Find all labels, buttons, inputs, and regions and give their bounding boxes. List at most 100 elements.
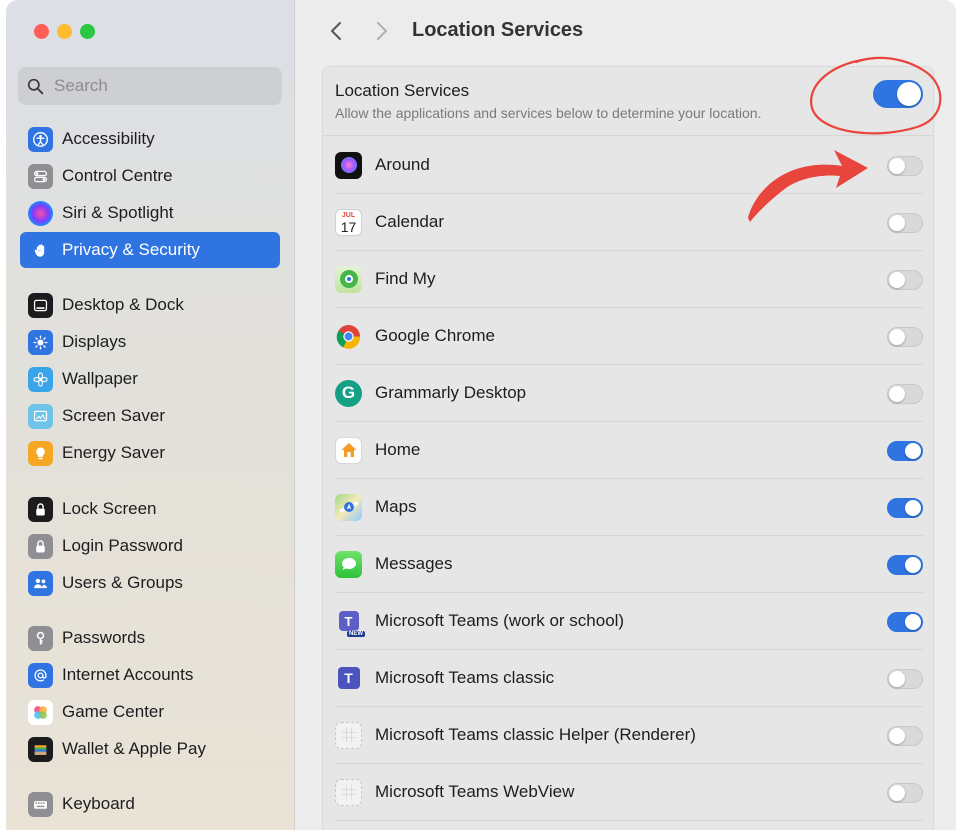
settings-window: Accessibility Control Centre Siri & Spot…: [6, 0, 956, 830]
sidebar-item-label: Control Centre: [62, 166, 173, 185]
around-icon: [335, 151, 362, 179]
sidebar-item-label: Screen Saver: [62, 406, 165, 425]
sidebar-item-label: Lock Screen: [62, 499, 157, 518]
sidebar-item-label: Login Password: [62, 536, 183, 555]
app-name: Microsoft Teams classic Helper (Renderer…: [375, 725, 696, 744]
forward-button[interactable]: [370, 18, 394, 44]
messages-icon: [335, 550, 362, 578]
accessibility-icon: [28, 126, 53, 152]
chrome-icon: [335, 323, 362, 350]
app-row-grammarly: G Grammarly Desktop: [335, 365, 923, 422]
app-location-toggle[interactable]: [887, 327, 923, 347]
app-name: Microsoft Teams (work or school): [375, 611, 625, 630]
hand-icon: [28, 237, 53, 263]
sidebar-item-internet-accounts[interactable]: Internet Accounts: [20, 657, 280, 693]
main-content: Location Services Location Services Allo…: [296, 0, 956, 830]
sidebar-item-control-centre[interactable]: Control Centre: [20, 158, 280, 194]
page-title: Location Services: [412, 19, 584, 41]
app-name: Google Chrome: [375, 326, 496, 345]
sidebar-item-privacy-security[interactable]: Privacy & Security: [20, 232, 280, 268]
app-location-toggle[interactable]: [887, 213, 923, 233]
app-location-toggle[interactable]: [887, 726, 923, 746]
sidebar-item-label: Game Center: [62, 702, 165, 721]
sidebar-item-label: Siri & Spotlight: [62, 203, 174, 222]
sidebar-item-screen-saver[interactable]: Screen Saver: [20, 398, 280, 434]
sidebar-item-lock-screen[interactable]: Lock Screen: [20, 491, 280, 527]
app-row-teams-webview: Microsoft Teams WebView: [335, 764, 923, 821]
sun-icon: [28, 329, 53, 355]
sidebar-item-game-center[interactable]: Game Center: [20, 694, 280, 730]
app-location-toggle[interactable]: [887, 612, 923, 632]
app-location-toggle[interactable]: [887, 783, 923, 803]
back-button[interactable]: [324, 18, 348, 44]
app-row-home: Home: [335, 422, 923, 479]
sidebar-item-label: Users & Groups: [62, 573, 183, 592]
sidebar: Accessibility Control Centre Siri & Spot…: [6, 0, 295, 830]
sidebar-item-passwords[interactable]: Passwords: [20, 620, 280, 656]
sidebar-item-keyboard[interactable]: Keyboard: [20, 786, 280, 822]
at-icon: [28, 662, 53, 688]
sidebar-item-energy-saver[interactable]: Energy Saver: [20, 435, 280, 471]
screen-saver-icon: [28, 403, 53, 429]
app-row-teams-work: T NEW Microsoft Teams (work or school): [335, 593, 923, 650]
sidebar-item-siri-spotlight[interactable]: Siri & Spotlight: [20, 195, 280, 231]
app-location-toggle[interactable]: [887, 669, 923, 689]
location-services-toggle[interactable]: [873, 80, 923, 108]
sidebar-item-label: Desktop & Dock: [62, 295, 184, 314]
teams-new-icon: T NEW: [335, 608, 365, 637]
app-name: Home: [375, 440, 421, 459]
app-location-toggle[interactable]: [887, 156, 923, 176]
location-services-title: Location Services: [335, 81, 470, 100]
sidebar-item-label: Passwords: [62, 628, 146, 647]
app-location-toggle[interactable]: [887, 555, 923, 575]
app-name: Microsoft Teams WebView: [375, 782, 575, 801]
chevron-right-icon: [377, 22, 387, 40]
app-location-toggle[interactable]: [887, 384, 923, 404]
sidebar-item-label: Privacy & Security: [62, 240, 200, 259]
chevron-left-icon: [331, 22, 341, 40]
app-row-messages: Messages: [335, 536, 923, 593]
sidebar-item-desktop-dock[interactable]: Desktop & Dock: [20, 287, 280, 323]
search-field[interactable]: [18, 67, 282, 105]
search-input[interactable]: [54, 76, 254, 96]
app-location-toggle[interactable]: [887, 270, 923, 290]
find-my-icon: [335, 265, 362, 293]
siri-icon: [28, 200, 53, 226]
app-row-maps: Maps: [335, 479, 923, 536]
search-icon: [27, 78, 44, 94]
maps-icon: [335, 493, 362, 521]
app-row-calendar: JUL 17 Calendar: [335, 194, 923, 251]
sidebar-item-wallpaper[interactable]: Wallpaper: [20, 361, 280, 397]
key-icon: [28, 625, 53, 651]
app-row-find-my: Find My: [335, 251, 923, 308]
control-centre-icon: [28, 163, 53, 189]
sidebar-item-login-password[interactable]: Login Password: [20, 528, 280, 564]
bulb-icon: [28, 440, 53, 466]
sidebar-item-users-groups[interactable]: Users & Groups: [20, 565, 280, 601]
flower-icon: [28, 366, 53, 392]
sidebar-item-label: Internet Accounts: [62, 665, 194, 684]
app-location-toggle[interactable]: [887, 498, 923, 518]
close-window-button[interactable]: [34, 24, 49, 39]
sidebar-item-label: Keyboard: [62, 794, 135, 813]
sidebar-item-label: Energy Saver: [62, 443, 165, 462]
sidebar-item-accessibility[interactable]: Accessibility: [20, 121, 280, 157]
zoom-window-button[interactable]: [80, 24, 95, 39]
app-name: Maps: [375, 497, 417, 516]
toolbar: Location Services: [296, 0, 956, 60]
grammarly-icon: G: [335, 379, 362, 407]
keyboard-icon: [28, 791, 53, 817]
teams-icon: T: [335, 665, 362, 692]
app-location-toggle[interactable]: [887, 441, 923, 461]
users-icon: [28, 570, 53, 596]
location-services-panel: Location Services Allow the applications…: [322, 66, 934, 830]
app-row-google-chrome: Google Chrome: [335, 308, 923, 365]
location-services-header: Location Services Allow the applications…: [323, 67, 933, 136]
app-name: Grammarly Desktop: [375, 383, 527, 402]
minimize-window-button[interactable]: [57, 24, 72, 39]
app-row-teams-classic: T Microsoft Teams classic: [335, 650, 923, 707]
sidebar-item-wallet-apple-pay[interactable]: Wallet & Apple Pay: [20, 731, 280, 767]
home-icon: [335, 436, 362, 464]
app-name: Calendar: [375, 212, 444, 231]
sidebar-item-displays[interactable]: Displays: [20, 324, 280, 360]
